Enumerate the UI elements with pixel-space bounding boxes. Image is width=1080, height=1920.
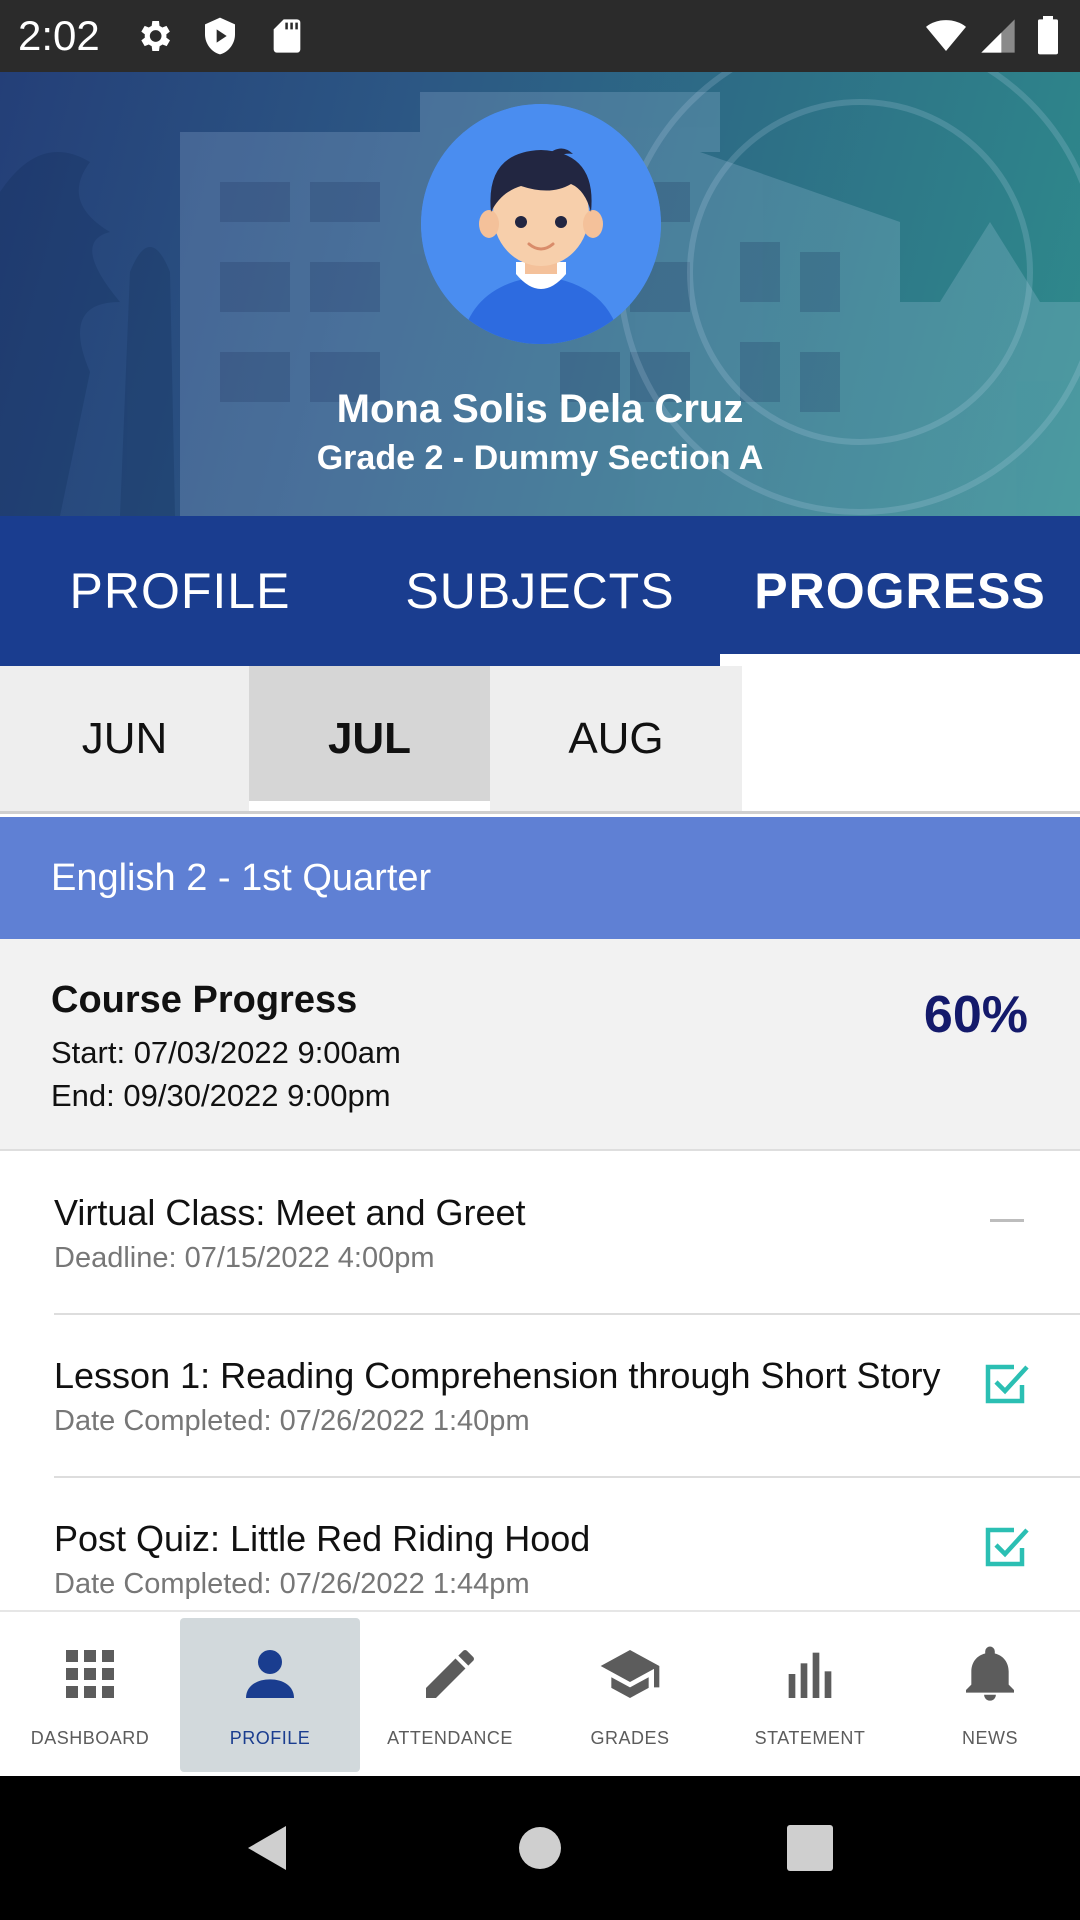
nav-label: DASHBOARD (30, 1728, 150, 1748)
nav-label: PROFILE (229, 1728, 311, 1748)
recents-icon[interactable] (782, 1820, 838, 1876)
task-title: Virtual Class: Meet and Greet (54, 1192, 526, 1233)
tab-profile[interactable]: PROFILE (0, 516, 360, 666)
task-subtitle: Date Completed: 07/26/2022 1:40pm (54, 1405, 530, 1437)
progress-title: Course Progress (51, 979, 358, 1021)
nav-news[interactable]: NEWS (900, 1618, 1080, 1772)
grid-icon (66, 1650, 114, 1698)
nav-attendance[interactable]: ATTENDANCE (360, 1618, 540, 1772)
tab-active-indicator (720, 654, 1080, 666)
checkbox-checked-icon (985, 1364, 1029, 1404)
bell-icon (966, 1646, 1014, 1701)
system-navigation-bar (0, 1776, 1080, 1920)
home-icon[interactable] (512, 1820, 568, 1876)
course-progress-summary: Course Progress Start: 07/03/2022 9:00am… (0, 939, 1080, 1151)
status-time: 2:02 (18, 12, 100, 59)
avatar (421, 104, 661, 344)
month-jul[interactable]: JUL (249, 666, 490, 811)
course-header: English 2 - 1st Quarter (0, 817, 1080, 939)
nav-dashboard[interactable]: DASHBOARD (0, 1618, 180, 1772)
sd-card-icon (273, 19, 301, 53)
profile-header: Mona Solis Dela Cruz Grade 2 - Dummy Sec… (0, 72, 1080, 516)
list-item[interactable]: Post Quiz: Little Red Riding Hood Date C… (0, 1478, 1080, 1610)
student-section: Grade 2 - Dummy Section A (316, 439, 764, 477)
month-selector: JUN JUL AUG (0, 666, 1080, 814)
status-bar: 2:02 (0, 0, 1080, 72)
gear-icon (141, 21, 170, 51)
nav-label: ATTENDANCE (387, 1728, 513, 1748)
graduation-cap-icon (600, 1650, 660, 1698)
battery-icon (1038, 16, 1058, 55)
wifi-icon (926, 20, 966, 51)
list-item[interactable]: Lesson 1: Reading Comprehension through … (0, 1315, 1080, 1478)
progress-start-date: Start: 07/03/2022 9:00am (51, 1035, 401, 1070)
progress-end-date: End: 09/30/2022 9:00pm (51, 1078, 391, 1113)
task-list: Virtual Class: Meet and Greet Deadline: … (0, 1152, 1080, 1610)
list-item[interactable]: Virtual Class: Meet and Greet Deadline: … (0, 1152, 1080, 1315)
bottom-navigation: DASHBOARD PROFILE ATTENDANCE GRADES STAT… (0, 1610, 1080, 1776)
pending-dash-icon (990, 1219, 1024, 1222)
shield-play-icon (205, 17, 235, 55)
month-active-indicator (249, 801, 490, 811)
pencil-icon (426, 1649, 474, 1698)
nav-label: GRADES (590, 1728, 670, 1748)
back-icon[interactable] (240, 1820, 296, 1876)
person-icon (246, 1650, 294, 1698)
tab-progress[interactable]: PROGRESS (720, 516, 1080, 666)
nav-label: STATEMENT (754, 1728, 866, 1748)
nav-label: NEWS (962, 1728, 1018, 1748)
task-subtitle: Date Completed: 07/26/2022 1:44pm (54, 1568, 530, 1600)
profile-tabs: PROFILE SUBJECTS PROGRESS (0, 516, 1080, 666)
course-title: English 2 - 1st Quarter (51, 856, 432, 899)
nav-profile[interactable]: PROFILE (180, 1618, 360, 1772)
tab-subjects[interactable]: SUBJECTS (360, 516, 720, 666)
student-name: Mona Solis Dela Cruz (336, 387, 744, 431)
month-jun[interactable]: JUN (0, 666, 249, 811)
signal-icon (981, 19, 1015, 53)
bar-chart-icon (788, 1652, 832, 1698)
nav-statement[interactable]: STATEMENT (720, 1618, 900, 1772)
task-subtitle: Deadline: 07/15/2022 4:00pm (54, 1242, 435, 1274)
month-aug[interactable]: AUG (490, 666, 742, 811)
task-title: Post Quiz: Little Red Riding Hood (54, 1518, 591, 1559)
nav-grades[interactable]: GRADES (540, 1618, 720, 1772)
task-title: Lesson 1: Reading Comprehension through … (54, 1355, 941, 1396)
progress-percent: 60% (923, 986, 1028, 1044)
avatar-illustration (421, 104, 661, 344)
checkbox-checked-icon (985, 1527, 1029, 1567)
